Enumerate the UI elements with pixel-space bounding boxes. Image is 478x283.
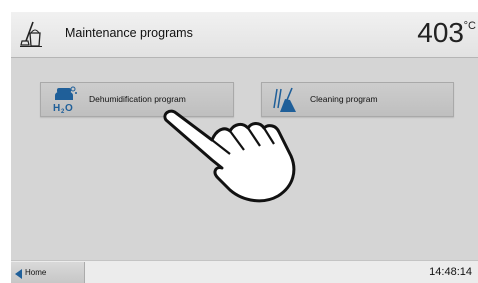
clock-display: 14:48:14 [429,266,472,278]
temperature-display: 403 [417,17,464,48]
maintenance-bucket-broom-icon [20,21,42,47]
home-button[interactable]: Home [11,262,85,283]
pointing-hand-icon [163,109,296,203]
home-label: Home [25,268,47,277]
svg-text:H: H [53,103,60,114]
page-title: Maintenance programs [65,26,193,40]
cleaning-program-label: Cleaning program [310,94,378,104]
footer-bar: Home 14:48:14 [11,260,478,283]
svg-text:O: O [65,103,73,114]
triangle-left-icon [15,269,22,279]
temperature-unit: °C [463,20,476,32]
dehumidification-h2o-icon: H 2 O [53,86,77,114]
header-bar: Maintenance programs 403 °C [11,12,478,58]
